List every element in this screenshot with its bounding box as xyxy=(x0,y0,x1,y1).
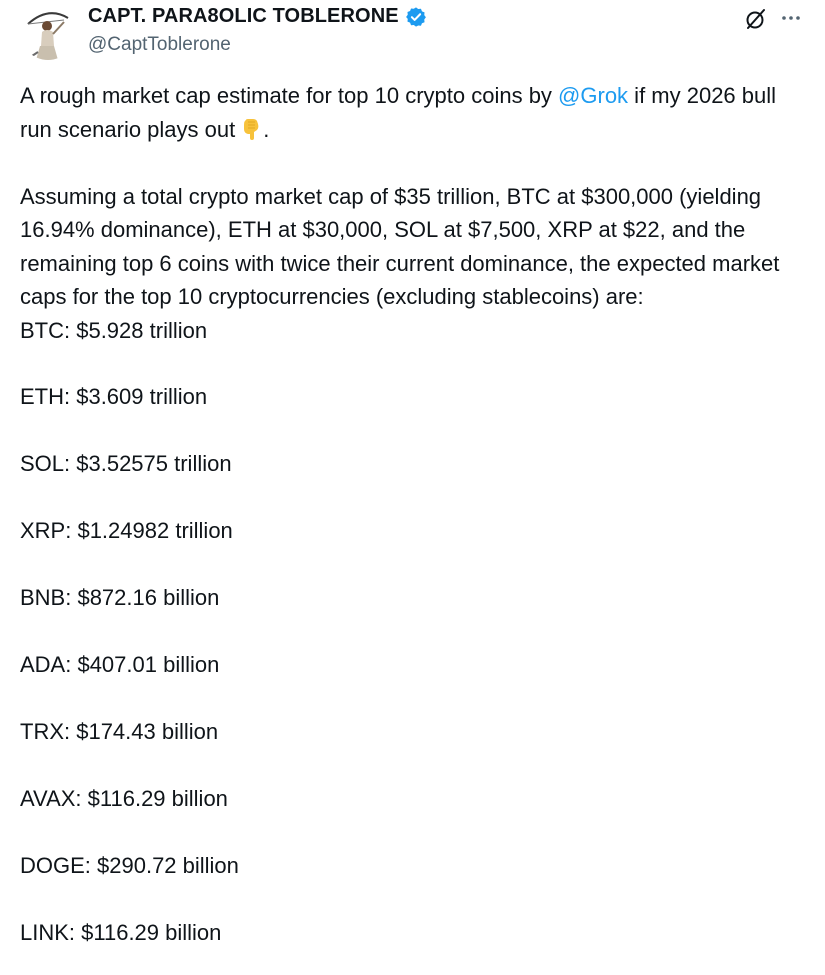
assumptions-paragraph: Assuming a total crypto market cap of $3… xyxy=(20,183,780,310)
tweet: CAPT. PARA8OLIC TOBLERONE @CaptToblerone xyxy=(0,0,825,975)
intro-text: A rough market cap estimate for top 10 c… xyxy=(20,83,559,108)
intro-paragraph: A rough market cap estimate for top 10 c… xyxy=(20,79,800,146)
user-handle[interactable]: @CaptToblerone xyxy=(88,34,231,56)
avatar[interactable] xyxy=(20,4,76,60)
tweet-text: A rough market cap estimate for top 10 c… xyxy=(20,79,800,949)
list-item: XRP: $1.24982 trillion xyxy=(20,518,233,544)
display-name[interactable]: CAPT. PARA8OLIC TOBLERONE xyxy=(88,5,399,28)
market-cap-list: BTC: $5.928 trillion ETH: $3.609 trillio… xyxy=(20,314,800,950)
list-item: BTC: $5.928 trillion xyxy=(20,317,208,343)
intro-end: . xyxy=(263,116,270,142)
list-item: TRX: $174.43 billion xyxy=(20,718,219,744)
list-item: LINK: $116.29 billion xyxy=(20,919,222,945)
pointing-down-emoji-icon xyxy=(239,117,263,141)
list-item: BNB: $872.16 billion xyxy=(20,585,220,611)
grok-mention-link[interactable]: @Grok xyxy=(558,83,628,108)
more-options-icon[interactable] xyxy=(779,6,803,30)
archer-avatar-icon xyxy=(20,4,76,60)
grok-icon[interactable] xyxy=(744,7,768,31)
list-item: SOL: $3.52575 trillion xyxy=(20,451,232,477)
name-row: CAPT. PARA8OLIC TOBLERONE xyxy=(88,5,427,28)
list-item: ETH: $3.609 trillion xyxy=(20,384,208,410)
list-item: ADA: $407.01 billion xyxy=(20,651,220,677)
verified-badge-icon xyxy=(405,6,427,28)
list-item: AVAX: $116.29 billion xyxy=(20,785,228,811)
list-item: DOGE: $290.72 billion xyxy=(20,852,239,878)
tweet-header: CAPT. PARA8OLIC TOBLERONE @CaptToblerone xyxy=(0,0,825,70)
